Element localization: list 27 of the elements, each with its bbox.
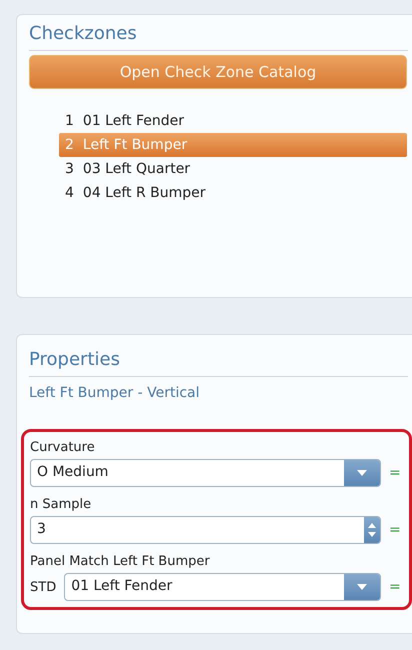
list-item[interactable]: 4 04 Left R Bumper	[59, 181, 407, 205]
panel-title: Properties	[29, 349, 408, 377]
panel-subtitle: Left Ft Bumper - Vertical	[29, 385, 201, 401]
dropdown[interactable]: 01 Left Fender	[64, 573, 381, 601]
field-label: Panel Match Left Ft Bumper	[30, 554, 211, 569]
up-down-arrows-icon	[368, 522, 376, 538]
item-label: Left Ft Bumper	[82, 137, 188, 153]
equals-sign: =	[389, 465, 401, 481]
field-label: Curvature	[30, 440, 96, 455]
item-label: 01 Left Fender	[82, 113, 184, 129]
item-label: 04 Left R Bumper	[82, 185, 206, 201]
item-index: 4	[65, 185, 74, 201]
equals-sign: =	[389, 522, 401, 538]
equals-sign: =	[389, 579, 401, 595]
caret-icon	[357, 584, 367, 590]
list-item[interactable]: 1 01 Left Fender	[59, 109, 407, 133]
field-prefix: STD	[30, 580, 56, 594]
dropdown[interactable]: O Medium	[30, 459, 381, 487]
item-index: 3	[65, 161, 74, 177]
list-item[interactable]: 3 03 Left Quarter	[59, 157, 407, 181]
item-label: 03 Left Quarter	[82, 161, 190, 177]
item-index: 2	[65, 137, 74, 153]
spinner-field[interactable]: 3	[30, 516, 381, 544]
item-index: 1	[65, 113, 74, 129]
panel-title: Checkzones	[29, 23, 408, 51]
field-label: n Sample	[30, 497, 92, 512]
caret-icon	[357, 470, 367, 476]
